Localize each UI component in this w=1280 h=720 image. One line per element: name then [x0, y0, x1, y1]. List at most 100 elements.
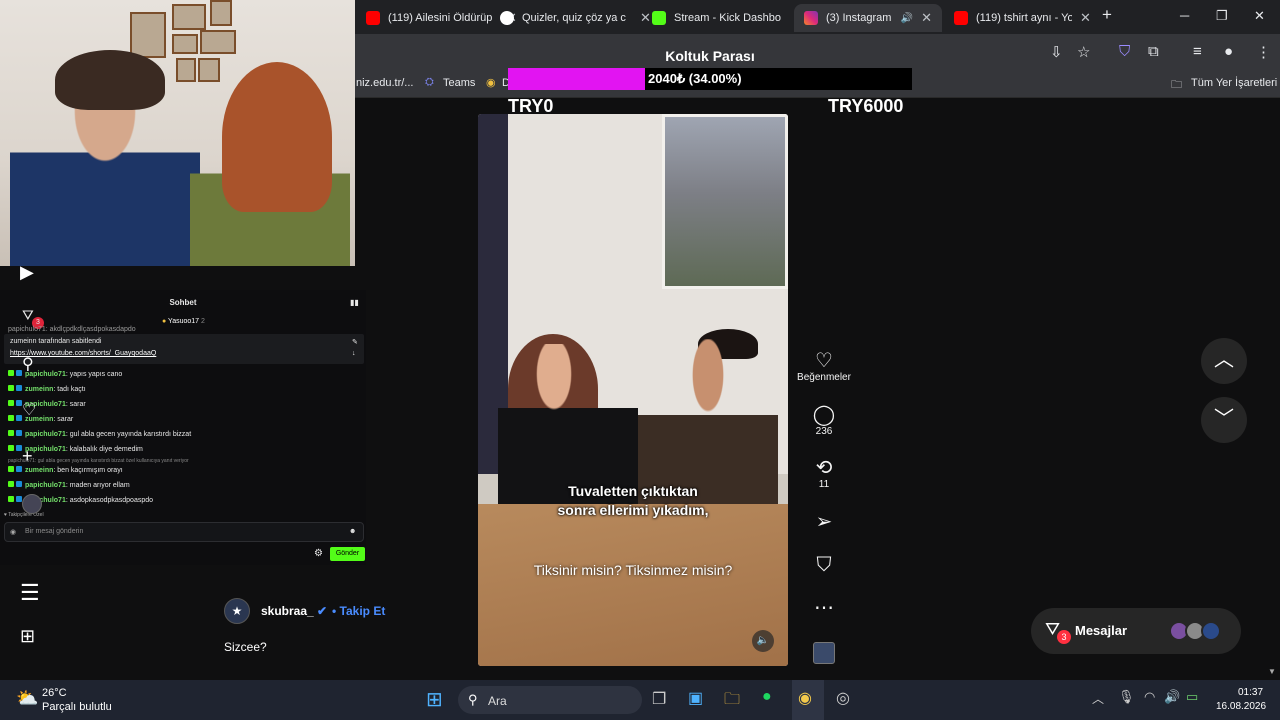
reposts-count: 11: [818, 479, 830, 490]
menu-kebab-icon[interactable]: ⋮: [1256, 43, 1271, 61]
all-bookmarks[interactable]: Tüm Yer İşaretleri: [1191, 77, 1277, 89]
reply-note: papichulo71: gul abla gecen yayında karı…: [8, 458, 189, 464]
menu-hamburger-icon[interactable]: ☰: [20, 580, 40, 606]
extension-shield-icon[interactable]: ⛉: [1119, 43, 1130, 60]
search-icon[interactable]: ⚲: [22, 354, 34, 374]
chat-emote-icon[interactable]: ◉: [10, 528, 16, 536]
reel-caption: Sizcee?: [224, 640, 267, 654]
pinned-message: zumeinn tarafından sabitlendi https://ww…: [4, 334, 364, 364]
bookmark-partial[interactable]: niz.edu.tr/...: [356, 77, 413, 89]
youtube-icon: [954, 11, 968, 25]
speaker-icon[interactable]: 🔊: [901, 13, 913, 24]
comments-count: 236: [815, 426, 833, 437]
verified-badge-icon: ✔: [317, 604, 328, 618]
spotify-icon[interactable]: ●: [762, 688, 772, 706]
wall-frame: [172, 4, 206, 30]
profile-icon[interactable]: ●: [1224, 43, 1233, 60]
chat-message: zumeinn: tadı kaçtı: [8, 385, 86, 393]
video-subtitle: Tuvaletten çıktıktan sonra ellerimi yıka…: [557, 483, 709, 518]
wall-frame: [130, 12, 166, 58]
chrome-icon[interactable]: ◉: [798, 688, 812, 708]
chat-stats-icon[interactable]: ▮▮: [350, 298, 359, 307]
profile-avatar[interactable]: [22, 494, 42, 514]
contact-avatar: [1201, 621, 1221, 641]
unpin-icon[interactable]: ✎: [352, 338, 358, 346]
tab-youtube-2[interactable]: (119) tshirt aynı - Yo ✕: [944, 4, 1101, 32]
messages-button[interactable]: ⛛ 3 Mesajlar: [1031, 608, 1241, 654]
search-label: Ara: [488, 694, 507, 708]
messages-badge: 3: [1057, 630, 1071, 644]
settings-gear-icon[interactable]: ⚙: [314, 548, 323, 559]
search-icon: ⚲: [468, 692, 478, 707]
bookmark-star-icon[interactable]: ☆: [1077, 43, 1090, 61]
share-button[interactable]: ➢: [796, 511, 852, 533]
emoji-icon[interactable]: ☻: [349, 528, 356, 535]
close-icon[interactable]: ✕: [921, 10, 932, 26]
microphone-icon[interactable]: 🎙: [1118, 689, 1135, 705]
tab-quiz[interactable]: Quizler, quiz çöz ya c ✕: [490, 4, 661, 32]
goal-progress-fill: [508, 68, 646, 90]
send-button[interactable]: Gönder: [330, 547, 365, 561]
minimize-icon[interactable]: ─: [1180, 8, 1189, 23]
save-button[interactable]: ⛉: [796, 554, 852, 576]
instagram-icon: [804, 11, 818, 25]
store-icon[interactable]: ▣: [688, 688, 703, 708]
wall-frame: [210, 0, 232, 26]
windows-taskbar: ⛅ ⊞ ❐ ▣ 🗀 ● ◉ ◎ ︿ 🎙 ◠ 🔊 ▭ ⚲ Ara: [0, 680, 1280, 720]
task-view-icon[interactable]: ❐: [652, 689, 666, 709]
extensions-puzzle-icon[interactable]: ⧉: [1148, 43, 1159, 60]
teams-icon: ⛭: [425, 76, 434, 88]
next-reel-button[interactable]: ﹀: [1201, 397, 1247, 443]
chat-input[interactable]: Bir mesaj gönderin: [4, 522, 364, 542]
tab-title: (119) Ailesini Öldürüp: [388, 12, 493, 24]
new-tab-icon[interactable]: +: [1102, 5, 1112, 25]
heart-icon: ♡: [815, 350, 833, 372]
wifi-icon[interactable]: ◠: [1144, 689, 1155, 705]
windows-start-icon[interactable]: ⊞: [426, 687, 443, 712]
weather-icon[interactable]: ⛅: [16, 688, 38, 709]
heart-outline-icon[interactable]: ♡: [22, 400, 36, 420]
messages-label: Mesajlar: [1075, 623, 1128, 638]
like-button[interactable]: ♡ Beğenmeler: [796, 350, 852, 383]
app-icon[interactable]: ◎: [836, 688, 850, 708]
mute-icon[interactable]: 🔈: [752, 630, 774, 652]
video-table: [478, 504, 788, 666]
clock-date[interactable]: 16.08.2026: [1216, 701, 1266, 712]
repost-button[interactable]: ⟲ 11: [796, 457, 852, 490]
collapse-icon[interactable]: ↓: [352, 350, 356, 357]
restore-icon[interactable]: ❐: [1216, 8, 1228, 24]
bookmark-teams[interactable]: Teams: [443, 77, 475, 89]
previous-reel-button[interactable]: ︿: [1201, 338, 1247, 384]
battery-icon[interactable]: ▭: [1186, 689, 1198, 705]
scroll-down-arrow-icon[interactable]: ▼: [1268, 667, 1276, 676]
follow-button[interactable]: • Takip Et: [332, 604, 385, 618]
likes-label: Beğenmeler: [797, 372, 851, 383]
clock-time[interactable]: 01:37: [1238, 687, 1263, 698]
comment-button[interactable]: ◯ 236: [796, 404, 852, 437]
chat-title: Sohbet: [169, 298, 197, 307]
media-control-icon[interactable]: ≡: [1193, 43, 1202, 60]
close-icon[interactable]: ✕: [1080, 10, 1091, 26]
top-gifter: ● Yasuoo17 2: [162, 318, 205, 325]
streamer-hair: [55, 50, 165, 110]
close-window-icon[interactable]: ✕: [1254, 8, 1265, 24]
taskbar-search[interactable]: ⚲ Ara: [458, 686, 642, 714]
create-plus-icon[interactable]: +: [22, 446, 33, 467]
wall-frame: [200, 30, 236, 54]
author-avatar[interactable]: ★: [224, 598, 250, 624]
more-button[interactable]: ⋯: [796, 597, 852, 619]
tray-chevron-icon[interactable]: ︿: [1092, 690, 1104, 707]
author-name[interactable]: skubraa_ ✔: [261, 604, 327, 618]
kick-chat-panel: Sohbet ▮▮ ● Yasuoo17 2 ⛛ 3 papichulo71: …: [0, 290, 366, 565]
install-app-icon[interactable]: ⇩: [1050, 43, 1063, 61]
pinned-by: zumeinn tarafından sabitlendi: [10, 338, 102, 345]
file-explorer-icon[interactable]: 🗀: [724, 688, 740, 715]
goal-progress-text: 2040₺ (34.00%): [648, 71, 742, 86]
send-paper-plane-icon: ➢: [815, 511, 833, 533]
apps-grid-icon[interactable]: ⊞: [20, 626, 35, 647]
tab-instagram[interactable]: (3) Instagram 🔊 ✕: [794, 4, 942, 32]
kick-icon: [652, 11, 666, 25]
audio-thumbnail[interactable]: [813, 642, 835, 664]
reel-video[interactable]: Tuvaletten çıktıktan sonra ellerimi yıka…: [478, 114, 788, 666]
volume-icon[interactable]: 🔊: [1164, 689, 1180, 705]
